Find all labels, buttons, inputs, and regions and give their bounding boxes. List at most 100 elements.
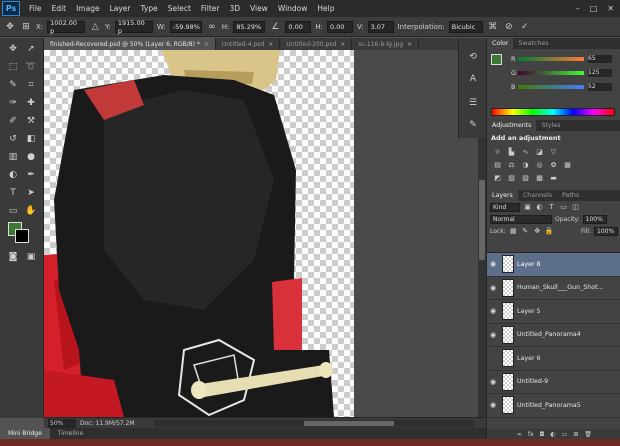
kind-filter-select[interactable]: Kind [490, 202, 520, 212]
interpolation-select[interactable]: Bicubic [448, 20, 483, 33]
eye-icon[interactable]: ◉ [487, 284, 499, 292]
menu-help[interactable]: Help [312, 4, 339, 13]
blend-mode-select[interactable]: Normal [490, 214, 552, 224]
black-white-icon[interactable]: ◑ [521, 160, 530, 169]
menu-image[interactable]: Image [71, 4, 105, 13]
properties-panel-icon[interactable]: ☰ [466, 96, 480, 110]
eye-icon[interactable]: ◉ [487, 401, 499, 409]
tab-styles[interactable]: Styles [536, 120, 565, 131]
lock-position-icon[interactable]: ✥ [533, 227, 542, 236]
tab-channels[interactable]: Channels [518, 190, 557, 201]
healing-tool-icon[interactable]: ✚ [24, 96, 38, 110]
vibrance-icon[interactable]: ▽ [549, 147, 558, 156]
zoom-level-field[interactable]: 50% [48, 418, 76, 428]
commit-transform-icon[interactable]: ✓ [519, 21, 531, 33]
tab-swatches[interactable]: Swatches [513, 38, 553, 49]
horizontal-scrollbar[interactable] [154, 420, 474, 427]
warp-icon[interactable]: ⌘ [487, 21, 499, 33]
smart-filter-icon[interactable]: ◫ [571, 203, 580, 212]
horizontal-scroll-thumb[interactable] [304, 421, 394, 426]
tool-preset-icon[interactable]: ✥ [4, 21, 16, 33]
dodge-tool-icon[interactable]: ◐ [6, 168, 20, 182]
quick-mask-icon[interactable]: ◙ [6, 250, 20, 264]
tab-sc-116-b-lg[interactable]: sc-116-b-lg.jpg × [352, 38, 420, 50]
foreground-color-swatch[interactable] [491, 54, 502, 65]
threshold-icon[interactable]: ▧ [521, 173, 530, 182]
layer-row[interactable]: ◉ Human_Skull___Gun_Shot... [487, 277, 620, 300]
layer-row[interactable]: ◉ Layer 8 [487, 253, 620, 277]
new-layer-icon[interactable]: ⊞ [573, 431, 578, 438]
adjustment-layer-icon[interactable]: ◐ [550, 431, 555, 438]
quick-select-tool-icon[interactable]: ✎ [6, 78, 20, 92]
tab-layers[interactable]: Layers [487, 190, 518, 201]
close-window-button[interactable]: ✕ [607, 4, 614, 13]
move-tool-icon[interactable]: ✥ [6, 42, 20, 56]
layer-row[interactable]: ◉ Untitled-9 [487, 371, 620, 394]
red-value[interactable]: 65 [588, 54, 612, 63]
color-spectrum-bar[interactable] [491, 108, 615, 116]
pen-tool-icon[interactable]: ✒ [24, 168, 38, 182]
shape-filter-icon[interactable]: ▭ [559, 203, 568, 212]
color-lookup-icon[interactable]: ▦ [563, 160, 572, 169]
close-icon[interactable]: × [407, 41, 412, 48]
blue-value[interactable]: 52 [588, 82, 612, 91]
tab-color[interactable]: Color [487, 38, 514, 49]
marquee-tool-icon[interactable]: ⬚ [6, 60, 20, 74]
tab-timeline[interactable]: Timeline [50, 428, 92, 439]
eye-icon[interactable]: ◉ [487, 378, 499, 386]
group-icon[interactable]: ▭ [562, 431, 568, 438]
posterize-icon[interactable]: ▨ [507, 173, 516, 182]
character-panel-icon[interactable]: A [466, 72, 480, 86]
history-panel-icon[interactable]: ⟲ [466, 50, 480, 64]
lasso-tool-icon[interactable]: ➰ [24, 60, 38, 74]
menu-file[interactable]: File [24, 4, 47, 13]
angle-field[interactable]: 0.00 [285, 20, 312, 33]
maximize-button[interactable]: □ [590, 4, 598, 13]
relative-position-icon[interactable]: △ [89, 21, 101, 33]
shape-tool-icon[interactable]: ▭ [6, 204, 20, 218]
eye-icon[interactable]: ◉ [487, 331, 499, 339]
eye-icon[interactable]: ◉ [487, 307, 499, 315]
link-icon[interactable]: ∞ [206, 21, 218, 33]
red-slider[interactable] [518, 56, 584, 61]
channel-mixer-icon[interactable]: ✿ [549, 160, 558, 169]
levels-icon[interactable]: ▙ [507, 147, 516, 156]
trash-icon[interactable]: 🗑 [584, 431, 592, 438]
fill-field[interactable]: 100% [594, 226, 618, 236]
eye-icon[interactable]: ◉ [487, 260, 499, 268]
stamp-tool-icon[interactable]: ⚒ [24, 114, 38, 128]
curves-icon[interactable]: ∿ [521, 147, 530, 156]
hskew-field[interactable]: 0.00 [327, 20, 353, 33]
lock-all-icon[interactable]: 🔒 [545, 227, 554, 236]
blue-slider[interactable] [518, 84, 584, 89]
invert-icon[interactable]: ◩ [493, 173, 502, 182]
crop-tool-icon[interactable]: ⌗ [24, 78, 38, 92]
menu-view[interactable]: View [245, 4, 273, 13]
mask-icon[interactable]: ◘ [540, 431, 545, 438]
blur-tool-icon[interactable]: ● [24, 150, 38, 164]
cancel-transform-icon[interactable]: ⊘ [503, 21, 515, 33]
brush-panel-icon[interactable]: ✎ [466, 118, 480, 132]
close-icon[interactable]: × [340, 41, 345, 48]
background-color-swatch[interactable] [15, 229, 29, 243]
photo-filter-icon[interactable]: ◎ [535, 160, 544, 169]
layer-row[interactable]: ◉ Untitled_Panorama5 [487, 394, 620, 418]
type-tool-icon[interactable]: T [6, 186, 20, 200]
color-balance-icon[interactable]: ⚖ [507, 160, 516, 169]
lock-transparent-icon[interactable]: ▦ [509, 227, 518, 236]
pixel-filter-icon[interactable]: ▣ [523, 203, 532, 212]
history-brush-icon[interactable]: ↺ [6, 132, 20, 146]
brightness-icon[interactable]: ☼ [493, 147, 502, 156]
vertical-scroll-thumb[interactable] [479, 180, 485, 260]
menu-type[interactable]: Type [136, 4, 163, 13]
eyedropper-tool-icon[interactable]: ✑ [6, 96, 20, 110]
fx-icon[interactable]: fx [528, 431, 534, 438]
type-filter-icon[interactable]: T [547, 203, 556, 212]
screen-mode-icon[interactable]: ▣ [24, 250, 38, 264]
menu-layer[interactable]: Layer [105, 4, 136, 13]
green-value[interactable]: 125 [588, 68, 612, 77]
layer-row[interactable]: ◉ Layer 6 [487, 347, 620, 371]
tab-adjustments[interactable]: Adjustments [487, 120, 537, 131]
reference-point-icon[interactable]: ⊞ [20, 21, 32, 33]
menu-edit[interactable]: Edit [47, 4, 72, 13]
